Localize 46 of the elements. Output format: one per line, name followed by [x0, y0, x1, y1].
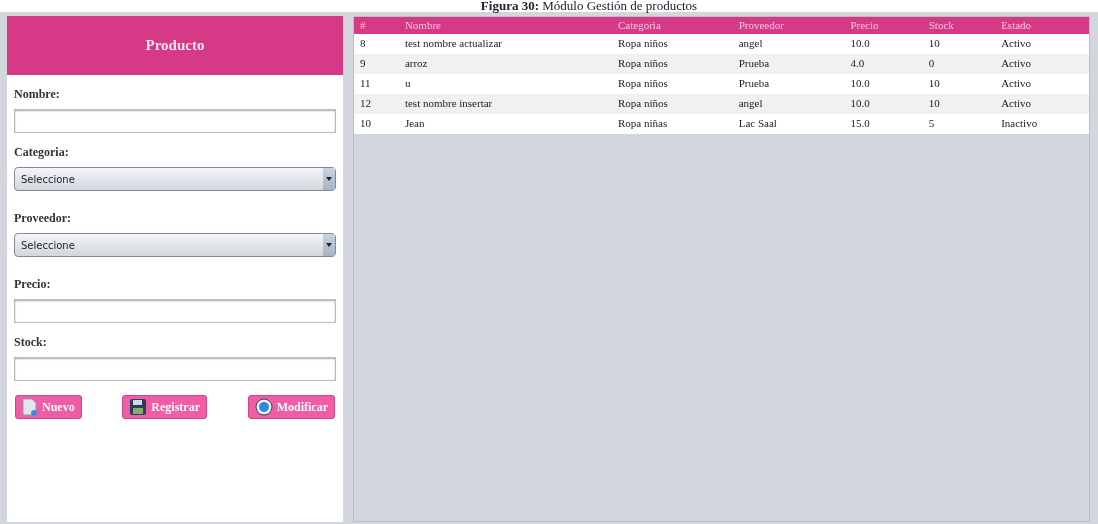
table-cell: Activo	[995, 93, 1089, 114]
table-cell: Ropa niños	[612, 73, 733, 94]
table-cell: Ropa niñas	[612, 113, 733, 134]
field-label: Nombre:	[14, 86, 61, 103]
select-field[interactable]: Seleccione	[14, 233, 336, 257]
field-label: Stock:	[14, 334, 48, 351]
circle-icon	[254, 398, 273, 416]
field-label: Precio:	[14, 276, 52, 293]
table-cell: 9	[354, 53, 399, 74]
column-header: Categoria	[612, 17, 733, 34]
table-cell: 10.0	[844, 73, 923, 94]
column-header: Stock	[922, 17, 996, 34]
new-file-icon	[22, 398, 38, 416]
figure-caption: Figura 30: Módulo Gestión de productos	[479, 0, 699, 12]
field-label: Proveedor:	[14, 210, 73, 227]
column-header: Proveedor	[732, 17, 845, 34]
table-cell: 12	[354, 93, 399, 114]
table-cell: 10	[354, 113, 399, 134]
column-header: #	[354, 17, 399, 34]
table-cell: Activo	[995, 33, 1089, 54]
input-field[interactable]	[14, 299, 336, 323]
table-cell: Ropa niños	[612, 93, 733, 114]
table-cell: Activo	[995, 53, 1089, 74]
action-button[interactable]: Nuevo	[15, 395, 82, 419]
table-cell: 10.0	[844, 33, 923, 54]
table-cell: 8	[354, 33, 399, 54]
table-cell: Ropa niños	[612, 53, 733, 74]
input-field[interactable]	[14, 109, 336, 133]
table-cell: Activo	[995, 73, 1089, 94]
dropdown-caret-icon	[323, 168, 335, 190]
table-cell: Inactivo	[995, 113, 1089, 134]
dropdown-caret-icon	[323, 234, 335, 256]
column-header: Estado	[995, 17, 1089, 34]
column-header: Nombre	[398, 17, 612, 34]
table-cell: 15.0	[844, 113, 923, 134]
column-header: Precio	[844, 17, 923, 34]
table-cell: 4.0	[844, 53, 923, 74]
table-cell: Ropa niños	[612, 33, 733, 54]
table-cell: 10.0	[844, 93, 923, 114]
action-button[interactable]: Registrar	[122, 395, 207, 419]
table-cell: 11	[354, 73, 399, 94]
field-label: Categoria:	[14, 144, 70, 161]
panel-header: Producto	[7, 16, 343, 75]
action-button[interactable]: Modificar	[247, 395, 335, 419]
input-field[interactable]	[14, 357, 336, 381]
select-field[interactable]: Seleccione	[14, 167, 336, 191]
